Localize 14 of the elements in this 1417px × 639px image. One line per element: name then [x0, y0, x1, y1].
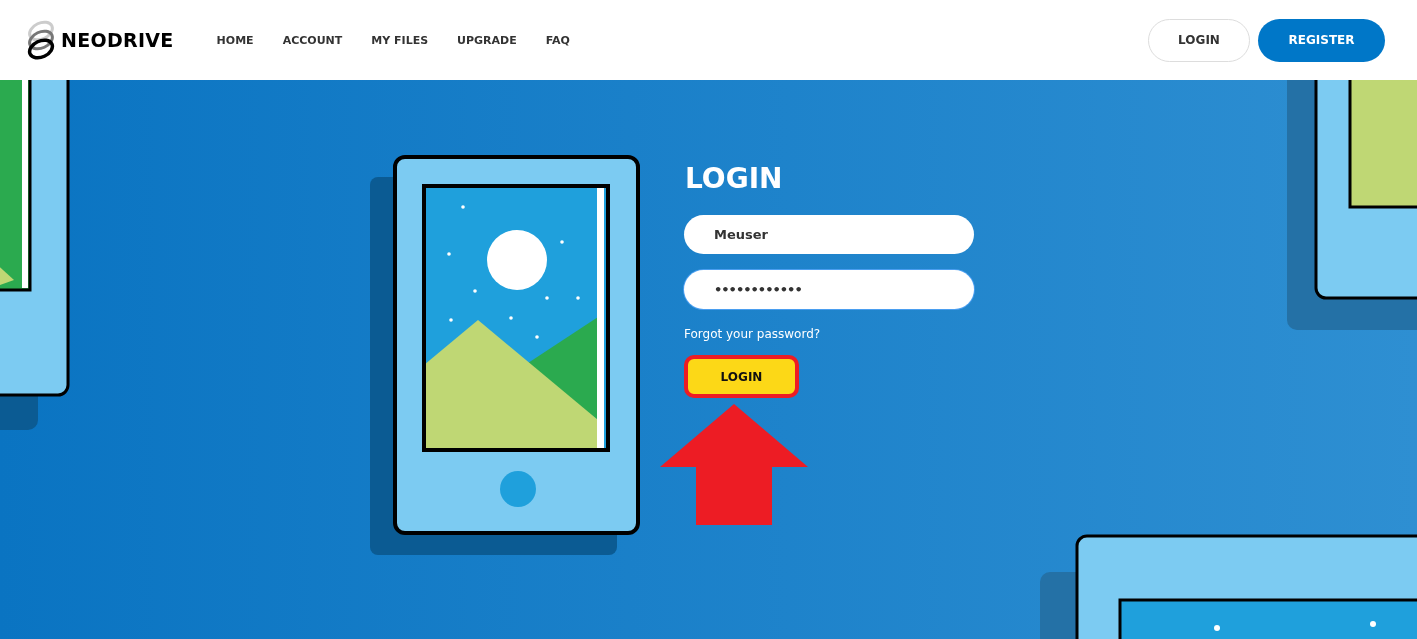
nav-link[interactable]: UPGRADE: [457, 33, 517, 47]
nav-link[interactable]: HOME: [216, 33, 254, 47]
nav-link[interactable]: FAQ: [545, 33, 570, 47]
brand-name[interactable]: NEODRIVE: [61, 29, 174, 51]
password-field[interactable]: ••••••••••••: [684, 270, 974, 309]
username-field[interactable]: Meuser: [684, 215, 974, 254]
login-submit-button[interactable]: LOGIN: [684, 355, 799, 398]
nav-link[interactable]: ACCOUNT: [282, 33, 343, 47]
logo-icon: [25, 20, 57, 60]
nav-link[interactable]: MY FILES: [371, 33, 429, 47]
register-button[interactable]: REGISTER: [1258, 18, 1385, 62]
forgot-password-link[interactable]: Forgot your password?: [684, 327, 821, 341]
login-button[interactable]: LOGIN: [1148, 18, 1250, 62]
form-title: LOGIN: [685, 163, 783, 195]
